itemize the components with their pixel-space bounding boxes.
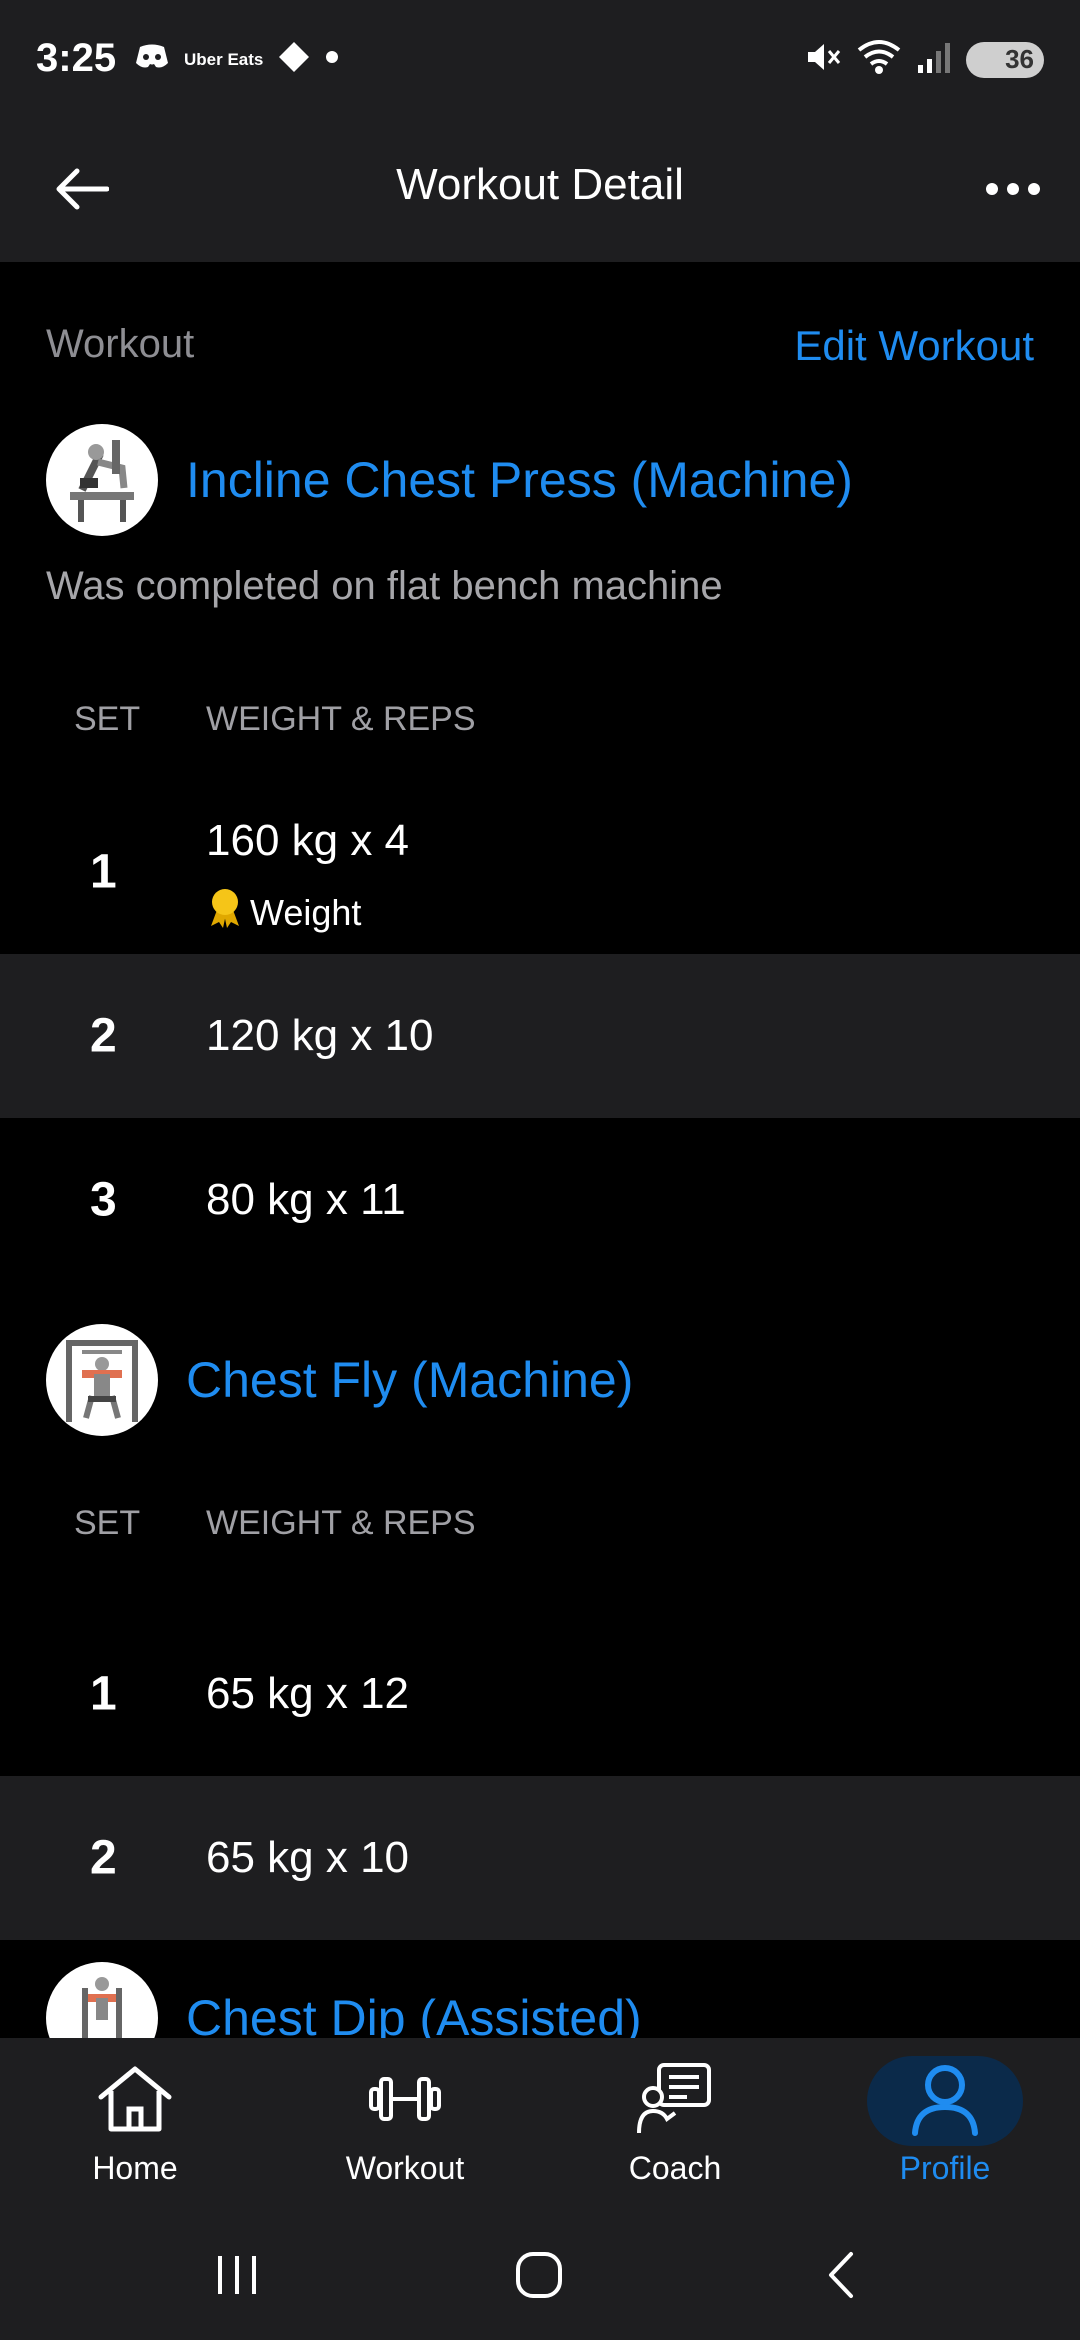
exercise-header[interactable]: Chest Dip (Assisted) xyxy=(46,1962,642,2038)
home-system-button[interactable] xyxy=(494,2244,584,2310)
uber-eats-icon: Uber Eats xyxy=(184,50,264,69)
nav-home[interactable]: Home xyxy=(0,2056,270,2196)
set-weight-reps: 120 kg x 10 xyxy=(206,1011,434,1060)
set-row: 2 120 kg x 10 xyxy=(0,954,1080,1118)
app-bar: Workout Detail xyxy=(0,120,1080,262)
dumbbell-icon xyxy=(365,2071,445,2132)
nav-coach[interactable]: Coach xyxy=(540,2056,810,2196)
home-circle-icon xyxy=(514,2250,564,2305)
nav-icon-wrap xyxy=(327,2056,483,2146)
nav-label: Coach xyxy=(628,2150,722,2186)
workout-content[interactable]: Workout Edit Workout Incline Chest Press… xyxy=(0,262,1080,2038)
dot-icon xyxy=(325,50,339,69)
more-horizontal-icon xyxy=(985,182,1041,201)
status-time: 3:25 xyxy=(36,36,117,80)
set-weight-reps: 160 kg x 4 xyxy=(206,816,410,865)
nav-label: Profile xyxy=(899,2150,991,2186)
page-title: Workout Detail xyxy=(396,160,684,209)
chest-dip-illustration-icon xyxy=(82,1977,122,2038)
set-row: 1 160 kg x 4 Weight xyxy=(0,790,1080,954)
back-system-button[interactable] xyxy=(796,2244,886,2310)
recent-apps-icon xyxy=(212,2250,262,2305)
nav-profile[interactable]: Profile xyxy=(810,2056,1080,2196)
nav-icon-wrap xyxy=(57,2056,213,2146)
set-weight-reps: 65 kg x 12 xyxy=(206,1669,410,1718)
set-column-header: SET xyxy=(74,1504,141,1542)
wifi-icon xyxy=(856,38,902,81)
diamond-icon xyxy=(277,40,311,79)
set-row: 1 65 kg x 12 xyxy=(0,1612,1080,1776)
status-left-icons: Uber Eats xyxy=(134,40,339,79)
chest-fly-illustration-icon xyxy=(66,1340,138,1422)
exercise-name[interactable]: Incline Chest Press (Machine) xyxy=(186,451,853,509)
personal-record-badge: Weight xyxy=(206,888,361,937)
nav-workout[interactable]: Workout xyxy=(270,2056,540,2196)
record-label: Weight xyxy=(250,891,362,933)
status-right-icons: 36 xyxy=(804,38,1044,81)
exercise-header[interactable]: Chest Fly (Machine) xyxy=(46,1324,633,1436)
set-weight-reps: 65 kg x 10 xyxy=(206,1833,410,1882)
workout-section-label: Workout xyxy=(46,322,195,366)
profile-icon xyxy=(909,2061,981,2142)
exercise-thumbnail xyxy=(46,1962,158,2038)
nav-label: Home xyxy=(92,2150,178,2186)
exercise-note: Was completed on flat bench machine xyxy=(46,564,723,608)
set-number: 1 xyxy=(90,1667,117,1721)
weight-reps-column-header: WEIGHT & REPS xyxy=(206,1504,476,1542)
sets-table-header: SET WEIGHT & REPS xyxy=(0,1504,1080,1544)
system-nav-bar xyxy=(0,2214,1080,2340)
exercise-name[interactable]: Chest Dip (Assisted) xyxy=(186,1989,642,2038)
home-icon xyxy=(95,2063,175,2140)
chevron-left-icon xyxy=(821,2250,861,2305)
exercise-name[interactable]: Chest Fly (Machine) xyxy=(186,1351,633,1409)
coach-icon xyxy=(635,2061,715,2142)
discord-icon xyxy=(134,43,170,76)
incline-press-illustration-icon xyxy=(70,440,134,522)
set-number: 1 xyxy=(90,845,117,899)
nav-icon-wrap xyxy=(867,2056,1023,2146)
more-button[interactable] xyxy=(978,156,1048,226)
set-column-header: SET xyxy=(74,700,141,738)
edit-workout-button[interactable]: Edit Workout xyxy=(794,322,1034,370)
set-number: 2 xyxy=(90,1831,117,1885)
set-number: 2 xyxy=(90,1009,117,1063)
nav-icon-wrap xyxy=(597,2056,753,2146)
set-weight-reps: 80 kg x 11 xyxy=(206,1175,406,1224)
bottom-nav: Home Workout Coach Profile xyxy=(0,2038,1080,2214)
status-bar: 3:25 Uber Eats 36 xyxy=(0,0,1080,120)
exercise-header[interactable]: Incline Chest Press (Machine) xyxy=(46,424,853,536)
battery-icon: 36 xyxy=(966,41,1044,78)
exercise-thumbnail xyxy=(46,424,158,536)
set-row: 2 65 kg x 10 xyxy=(0,1776,1080,1940)
nav-label: Workout xyxy=(345,2150,465,2186)
signal-icon xyxy=(916,39,952,80)
set-row: 3 80 kg x 11 xyxy=(0,1118,1080,1282)
mute-icon xyxy=(804,38,842,81)
exercise-thumbnail xyxy=(46,1324,158,1436)
recent-apps-button[interactable] xyxy=(192,2244,282,2310)
weight-reps-column-header: WEIGHT & REPS xyxy=(206,700,476,738)
medal-icon xyxy=(206,888,244,937)
sets-table-header: SET WEIGHT & REPS xyxy=(0,700,1080,740)
set-number: 3 xyxy=(90,1173,117,1227)
